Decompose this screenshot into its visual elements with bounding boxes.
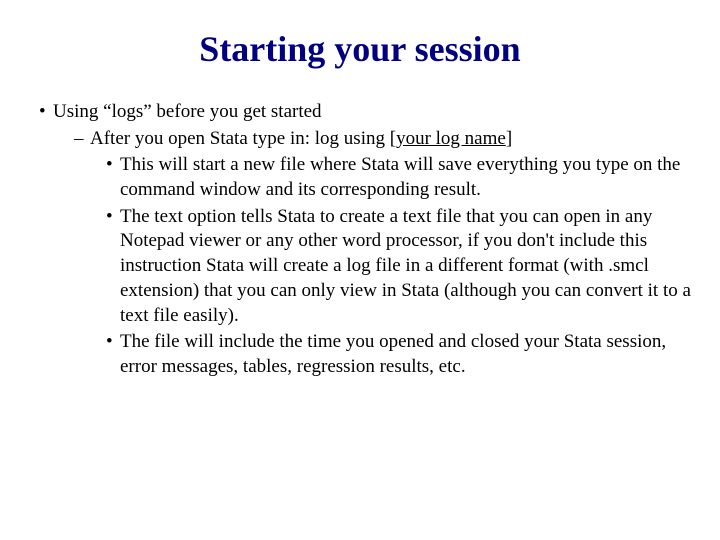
text-l2-post: ] bbox=[506, 128, 512, 149]
text-l3a: This will start a new file where Stata w… bbox=[120, 154, 680, 200]
text-l2-pre: After you open Stata type in: log using … bbox=[90, 128, 396, 149]
slide-title: Starting your session bbox=[20, 28, 700, 70]
text-l3c: The file will include the time you opene… bbox=[120, 331, 666, 377]
text-l2-u: your log name bbox=[396, 128, 506, 149]
dash-icon: – bbox=[74, 127, 90, 152]
text-l3b: The text option tells Stata to create a … bbox=[120, 206, 691, 326]
bullet-level1: •Using “logs” before you get started bbox=[20, 100, 700, 125]
text-l1: Using “logs” before you get started bbox=[53, 101, 322, 122]
bullet-icon: • bbox=[106, 330, 120, 355]
bullet-level3: •The file will include the time you open… bbox=[20, 330, 700, 379]
bullet-level3: •The text option tells Stata to create a… bbox=[20, 205, 700, 328]
slide-body: •Using “logs” before you get started –Af… bbox=[20, 100, 700, 380]
bullet-icon: • bbox=[106, 153, 120, 178]
bullet-icon: • bbox=[39, 100, 53, 125]
bullet-icon: • bbox=[106, 205, 120, 230]
bullet-level2: –After you open Stata type in: log using… bbox=[20, 127, 700, 152]
bullet-level3: •This will start a new file where Stata … bbox=[20, 153, 700, 202]
